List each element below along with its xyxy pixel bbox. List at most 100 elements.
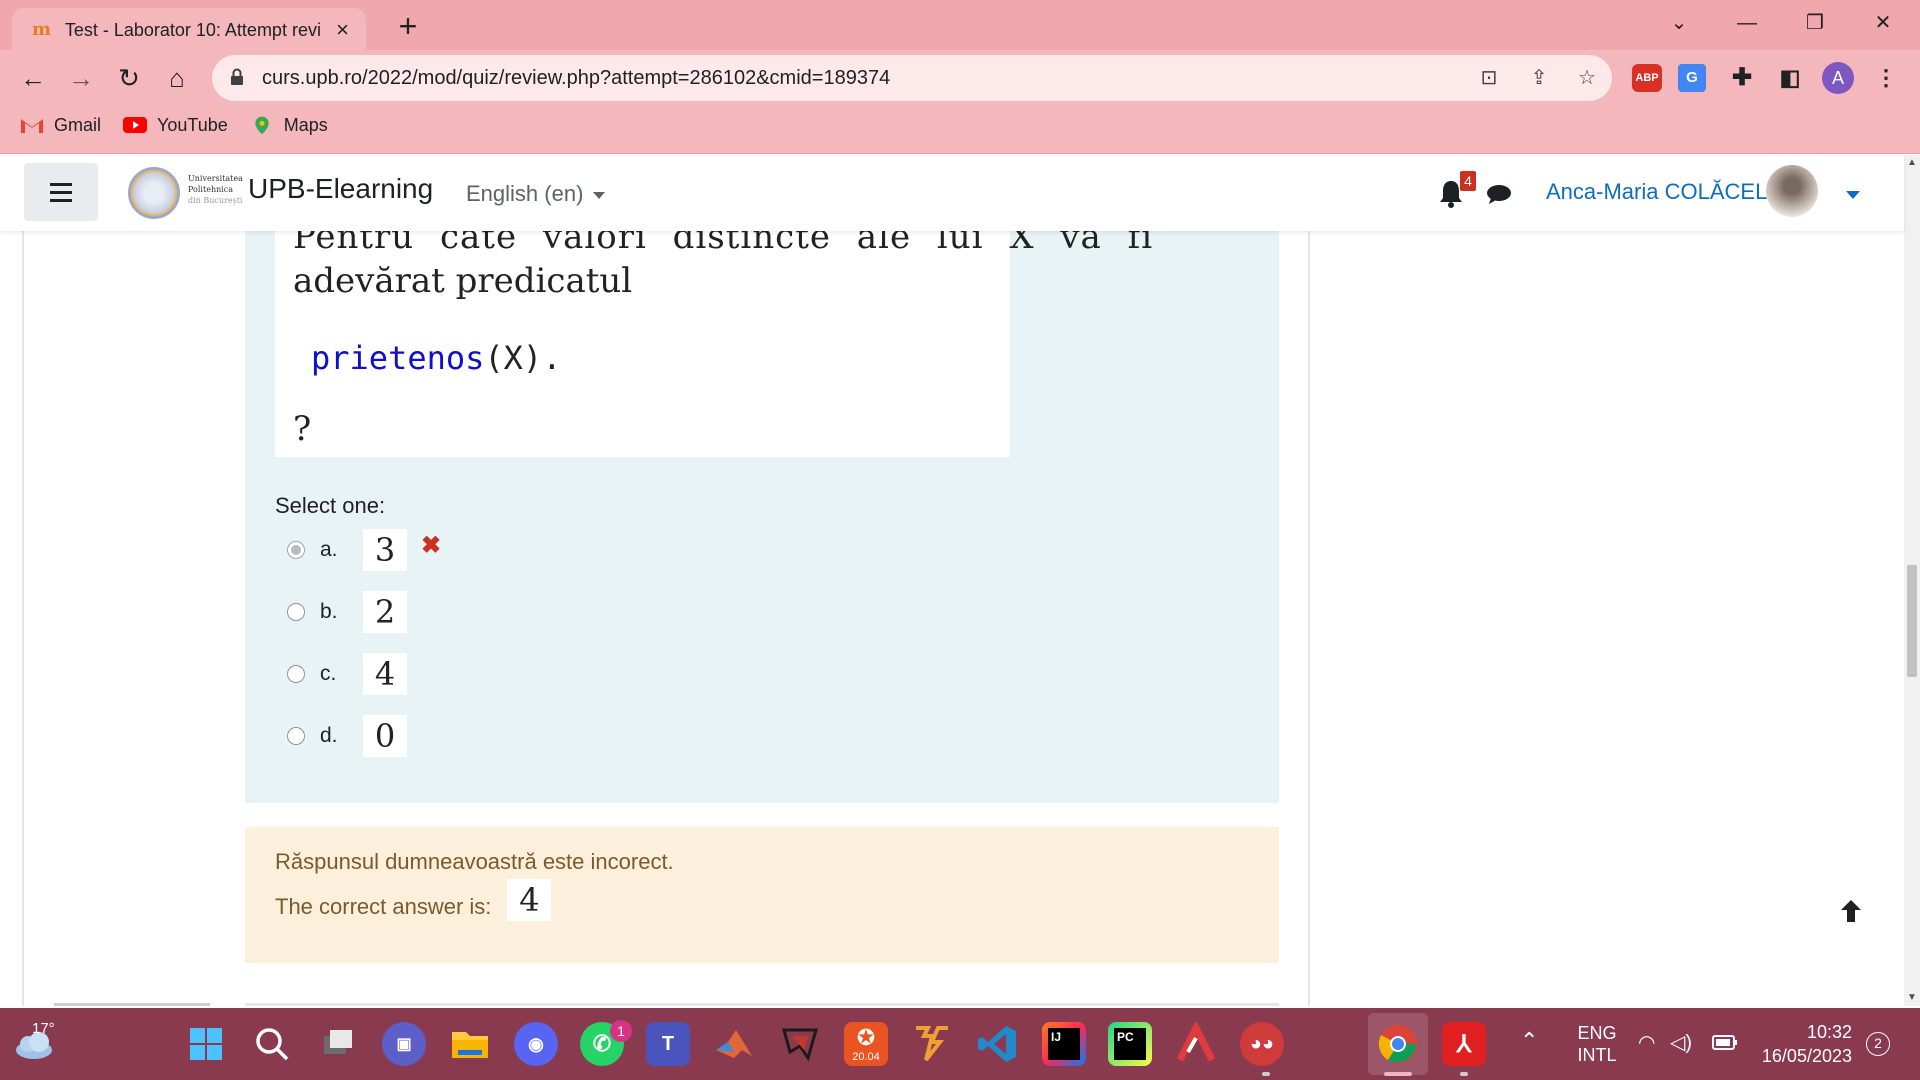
vscode-icon[interactable] (976, 1022, 1020, 1066)
reload-button[interactable]: ↻ (110, 59, 148, 97)
correct-answer-value: 4 (507, 879, 552, 921)
notification-count-badge: 4 (1460, 171, 1476, 191)
close-tab-icon[interactable]: × (331, 17, 354, 43)
option-letter: b. (320, 600, 338, 623)
moodle-favicon-icon: m (32, 19, 52, 40)
messages-chat-icon[interactable] (1486, 183, 1512, 205)
battery-icon[interactable] (1712, 1034, 1738, 1052)
back-to-top-button[interactable] (1816, 883, 1886, 939)
extensions-puzzle-icon[interactable]: ✚ (1726, 62, 1758, 94)
maps-icon (255, 116, 269, 135)
ubuntu-wsl-icon[interactable]: ✪ 20.04 (844, 1022, 888, 1066)
notification-center-badge[interactable]: 2 (1866, 1032, 1890, 1056)
intellij-idea-icon[interactable]: IJ (1042, 1022, 1086, 1066)
acrobat-running-indicator (1460, 1072, 1468, 1076)
share-icon[interactable]: ⇪ (1524, 63, 1554, 93)
moodle-navbar: Universitatea Politehnica din București … (0, 155, 1904, 231)
bookmark-star-icon[interactable]: ☆ (1572, 63, 1602, 93)
question-formulation: Pentru câte valori distincte ale lui X v… (245, 231, 1279, 803)
pycharm-icon[interactable]: PC (1108, 1022, 1152, 1066)
maple-leaf-app-icon[interactable] (778, 1022, 822, 1066)
close-window-button[interactable]: ✕ (1860, 6, 1906, 40)
side-panel-icon[interactable]: ◧ (1774, 62, 1806, 94)
forward-button[interactable]: → (62, 59, 100, 97)
acrobat-reader-icon[interactable]: ⅄ (1442, 1022, 1486, 1066)
scroll-up-arrow-icon[interactable]: ▲ (1904, 155, 1920, 171)
user-menu-caret-icon[interactable] (1846, 191, 1860, 199)
lock-icon (231, 68, 243, 85)
minimize-button[interactable]: — (1724, 6, 1770, 40)
user-name[interactable]: Anca-Maria COLĂCEL (1546, 179, 1767, 205)
back-button[interactable]: ← (14, 59, 52, 97)
ubuntu-logo-icon: ✪ (856, 1025, 876, 1050)
bookmark-maps[interactable]: Maps (250, 115, 328, 136)
youtube-icon (123, 117, 148, 133)
bookmark-gmail[interactable]: Gmail (20, 115, 101, 136)
correct-answer-label: The correct answer is: (275, 894, 492, 919)
question-text-line: Pentru câte valori distincte ale lui X v… (293, 231, 1154, 257)
restore-button[interactable]: ❐ (1792, 6, 1838, 40)
scroll-down-arrow-icon[interactable]: ▼ (1904, 990, 1920, 1006)
ubuntu-version-label: 20.04 (852, 1051, 880, 1063)
answer-option-d[interactable]: d. 0 (287, 715, 407, 757)
caret-down-icon (593, 191, 606, 199)
browser-chrome: m Test - Laborator 10: Attempt revi × + … (0, 0, 1920, 154)
arc-app-icon[interactable] (1174, 1022, 1218, 1066)
answer-option-b[interactable]: b. 2 (287, 591, 407, 633)
language-selector[interactable]: English (en) (466, 181, 606, 207)
predicate-name: prietenos (311, 339, 485, 377)
next-question-info-edge (54, 1003, 210, 1006)
home-button[interactable]: ⌂ (158, 59, 196, 97)
user-avatar[interactable] (1766, 165, 1818, 217)
radio-button[interactable] (287, 665, 305, 683)
wifi-icon[interactable]: ◠ (1638, 1030, 1655, 1055)
option-value: 4 (363, 653, 407, 695)
search-icon[interactable] (250, 1022, 294, 1066)
keyboard-language-indicator[interactable]: ENG INTL (1572, 1022, 1622, 1066)
volume-icon[interactable]: ◁) (1670, 1030, 1692, 1055)
whatsapp-badge: 1 (610, 1020, 632, 1042)
pycharm-glyph-icon: PC (1114, 1028, 1146, 1060)
new-tab-button[interactable]: + (390, 8, 426, 44)
tab-search-icon[interactable]: ⌄ (1656, 6, 1702, 40)
intellij-glyph-icon: IJ (1048, 1028, 1080, 1060)
bookmarks-bar: Gmail YouTube Maps (0, 108, 1920, 142)
page-scrollbar[interactable]: ▲ ▼ (1904, 155, 1920, 1006)
profile-avatar[interactable]: A (1822, 62, 1854, 94)
answer-option-a[interactable]: a. 3 ✖ (287, 529, 441, 571)
answer-option-c[interactable]: c. 4 (287, 653, 407, 695)
page-content: Pentru câte valori distincte ale lui X v… (0, 231, 1904, 1006)
matlab-icon[interactable] (712, 1022, 756, 1066)
system-clock[interactable]: 10:32 16/05/2023 (1756, 1020, 1852, 1068)
university-seal-logo[interactable] (128, 167, 180, 219)
radio-button[interactable] (287, 603, 305, 621)
git-merge-tool-icon[interactable] (910, 1022, 954, 1066)
owl-app-icon[interactable]: ◕◕ (1240, 1022, 1284, 1066)
browser-tab[interactable]: m Test - Laborator 10: Attempt revi × (12, 8, 366, 52)
radio-button[interactable] (287, 727, 305, 745)
microsoft-teams-icon[interactable]: T (646, 1022, 690, 1066)
logo-line: din București (188, 196, 243, 205)
adblock-extension-icon[interactable]: ABP (1632, 64, 1662, 92)
windows-start-icon[interactable] (184, 1022, 228, 1066)
translate-page-icon[interactable]: ⊡ (1474, 63, 1504, 93)
scrollbar-thumb[interactable] (1907, 565, 1917, 677)
browser-menu-icon[interactable]: ⋮ (1870, 62, 1902, 94)
discord-icon[interactable]: ◉ (514, 1022, 558, 1066)
address-bar[interactable]: curs.upb.ro/2022/mod/quiz/review.php?att… (212, 55, 1612, 101)
task-view-icon[interactable] (316, 1022, 360, 1066)
radio-button[interactable] (287, 541, 305, 559)
google-translate-extension-icon[interactable]: G (1678, 64, 1706, 92)
question-mark: ? (293, 409, 312, 449)
drawer-toggle-button[interactable] (24, 163, 98, 221)
show-hidden-icons-chevron-icon[interactable]: ⌃ (1520, 1028, 1538, 1054)
option-letter: a. (320, 538, 338, 561)
teams-chat-icon[interactable]: ▣ (382, 1022, 426, 1066)
chrome-running-indicator (1384, 1072, 1412, 1076)
site-name[interactable]: UPB-Elearning (248, 173, 433, 205)
university-logo-text: Universitatea Politehnica din București (188, 173, 243, 206)
file-explorer-icon[interactable] (448, 1022, 492, 1066)
bookmark-youtube[interactable]: YouTube (123, 115, 228, 136)
bookmark-label: Maps (283, 114, 328, 135)
chrome-icon[interactable] (1376, 1022, 1420, 1066)
